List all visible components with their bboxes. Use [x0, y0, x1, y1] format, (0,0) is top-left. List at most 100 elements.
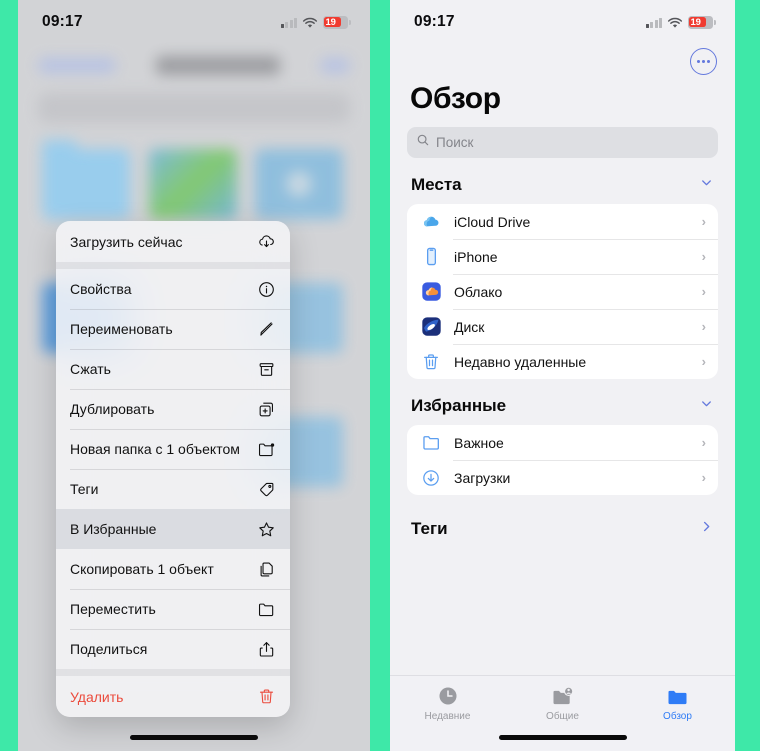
- context-menu-item-label: Свойства: [70, 281, 132, 297]
- context-menu-item-label: Дублировать: [70, 401, 155, 417]
- chevron-right-icon[interactable]: [699, 519, 714, 539]
- context-menu-item-delete[interactable]: Удалить: [56, 676, 290, 717]
- context-menu-item-share[interactable]: Поделиться: [56, 629, 290, 669]
- context-menu-item-duplicate[interactable]: Дублировать: [56, 389, 290, 429]
- context-menu-item-tags[interactable]: Теги: [56, 469, 290, 509]
- battery-percent: 19: [690, 16, 701, 28]
- chevron-right-icon: ›: [701, 284, 706, 299]
- right-phone-screen: 09:17 19 Обзор Поиск Места iCloud Drive …: [390, 0, 735, 751]
- context-menu-item-label: Теги: [70, 481, 99, 497]
- status-bar: 09:17 19: [18, 0, 370, 44]
- section-header-places[interactable]: Места: [390, 158, 735, 204]
- tag-icon: [257, 480, 276, 499]
- context-menu-separator: [56, 669, 290, 676]
- folder-fill-icon: [666, 684, 689, 708]
- context-menu-item-download-now[interactable]: Загрузить сейчас: [56, 221, 290, 262]
- wifi-icon: [302, 16, 318, 28]
- navigation-bar: [390, 44, 735, 75]
- context-menu-separator: [56, 262, 290, 269]
- context-menu-item-label: Загрузить сейчас: [70, 233, 183, 250]
- home-indicator: [498, 735, 627, 740]
- search-input[interactable]: Поиск: [407, 127, 718, 158]
- list-item-recently-deleted[interactable]: Недавно удаленные ›: [407, 344, 718, 379]
- list-item-important[interactable]: Важное ›: [407, 425, 718, 460]
- cloud-download-icon: [257, 232, 276, 251]
- context-menu: Загрузить сейчас Свойства Переименовать …: [56, 221, 290, 717]
- duplicate-icon: [257, 400, 276, 419]
- list-item-label: Загрузки: [454, 469, 511, 486]
- chevron-right-icon: ›: [701, 435, 706, 450]
- chevron-right-icon: ›: [701, 214, 706, 229]
- context-menu-item-properties[interactable]: Свойства: [56, 269, 290, 309]
- wifi-icon: [667, 16, 683, 28]
- battery-icon: 19: [323, 15, 351, 29]
- tab-shared[interactable]: Общие: [505, 684, 620, 722]
- list-item-iphone[interactable]: iPhone ›: [407, 239, 718, 274]
- star-icon: [257, 520, 276, 539]
- context-menu-item-label: В Избранные: [70, 521, 157, 537]
- context-menu-item-rename[interactable]: Переименовать: [56, 309, 290, 349]
- trash-icon: [420, 351, 442, 373]
- list-item-label: Облако: [454, 283, 503, 300]
- status-bar-indicators: 19: [280, 15, 351, 29]
- iphone-icon: [420, 246, 442, 268]
- section-title: Избранные: [411, 396, 507, 415]
- backdrop-folder-item: [42, 140, 130, 219]
- chevron-right-icon: ›: [701, 249, 706, 264]
- yandex-disk-icon: [420, 316, 442, 338]
- chevron-right-icon: ›: [701, 470, 706, 485]
- backdrop-search-field: [38, 93, 350, 123]
- folder-icon: [420, 432, 442, 454]
- status-bar-time: 09:17: [42, 13, 83, 30]
- chevron-down-icon[interactable]: [699, 175, 714, 195]
- list-item-icloud-drive[interactable]: iCloud Drive ›: [407, 204, 718, 239]
- shared-folder-icon: [551, 684, 574, 708]
- status-bar: 09:17 19: [390, 0, 735, 44]
- context-menu-item-new-folder-with-item[interactable]: Новая папка с 1 объектом: [56, 429, 290, 469]
- new-folder-icon: [257, 440, 276, 459]
- more-options-icon[interactable]: [690, 48, 717, 75]
- backdrop-image-item: [148, 149, 237, 219]
- context-menu-item-move[interactable]: Переместить: [56, 589, 290, 629]
- home-indicator: [130, 735, 258, 740]
- backdrop-doc-item: [255, 149, 344, 219]
- context-menu-item-compress[interactable]: Сжать: [56, 349, 290, 389]
- trash-icon: [257, 687, 276, 706]
- info-circle-icon: [257, 280, 276, 299]
- tab-recent[interactable]: Недавние: [390, 684, 505, 722]
- context-menu-item-label: Скопировать 1 объект: [70, 561, 214, 577]
- search-icon: [416, 133, 430, 152]
- context-menu-item-add-to-favorites[interactable]: В Избранные: [56, 509, 290, 549]
- chevron-right-icon: ›: [701, 354, 706, 369]
- clock-icon: [437, 684, 459, 708]
- folder-icon: [257, 600, 276, 619]
- list-item-label: Диск: [454, 318, 485, 335]
- places-list: iCloud Drive › iPhone › Облако › Диск ›: [407, 204, 718, 379]
- tab-label: Общие: [546, 711, 579, 722]
- archive-box-icon: [257, 360, 276, 379]
- backdrop-action: [320, 58, 350, 73]
- context-menu-item-label: Поделиться: [70, 641, 148, 657]
- list-item-downloads[interactable]: Загрузки ›: [407, 460, 718, 495]
- share-icon: [257, 640, 276, 659]
- list-item-disk[interactable]: Диск ›: [407, 309, 718, 344]
- search-placeholder: Поиск: [436, 135, 474, 150]
- context-menu-item-label: Переименовать: [70, 321, 173, 337]
- copy-icon: [257, 560, 276, 579]
- backdrop-back-button: [38, 58, 116, 73]
- list-item-label: iCloud Drive: [454, 213, 531, 230]
- list-item-label: iPhone: [454, 248, 498, 265]
- chevron-down-icon[interactable]: [699, 396, 714, 416]
- tab-browse[interactable]: Обзор: [620, 684, 735, 722]
- battery-icon: 19: [688, 15, 716, 29]
- context-menu-item-label: Сжать: [70, 361, 111, 377]
- icloud-icon: [420, 211, 442, 233]
- mailru-cloud-icon: [420, 281, 442, 303]
- battery-percent: 19: [325, 16, 336, 28]
- section-header-favorites[interactable]: Избранные: [390, 379, 735, 425]
- backdrop-title: [156, 56, 280, 75]
- context-menu-item-copy-item[interactable]: Скопировать 1 объект: [56, 549, 290, 589]
- section-header-tags[interactable]: Теги: [390, 495, 735, 548]
- list-item-cloud[interactable]: Облако ›: [407, 274, 718, 309]
- cellular-signal-icon: [645, 17, 662, 28]
